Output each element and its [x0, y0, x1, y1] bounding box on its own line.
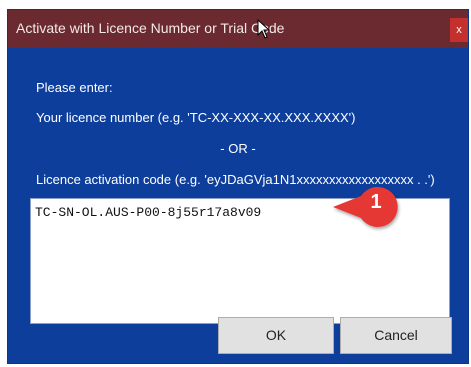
- callout-number: 1: [370, 191, 382, 213]
- prompt-label: Please enter:: [36, 80, 113, 95]
- mouse-cursor-icon: [257, 19, 271, 39]
- or-separator: - OR -: [220, 141, 256, 156]
- close-button[interactable]: x: [450, 18, 468, 42]
- title-bar[interactable]: Activate with Licence Number or Trial Co…: [8, 10, 468, 48]
- cancel-button[interactable]: Cancel: [340, 317, 452, 354]
- licence-number-hint: Your licence number (e.g. 'TC-XX-XXX-XX.…: [36, 110, 356, 125]
- ok-button[interactable]: OK: [218, 317, 334, 354]
- window-title: Activate with Licence Number or Trial Co…: [16, 20, 285, 36]
